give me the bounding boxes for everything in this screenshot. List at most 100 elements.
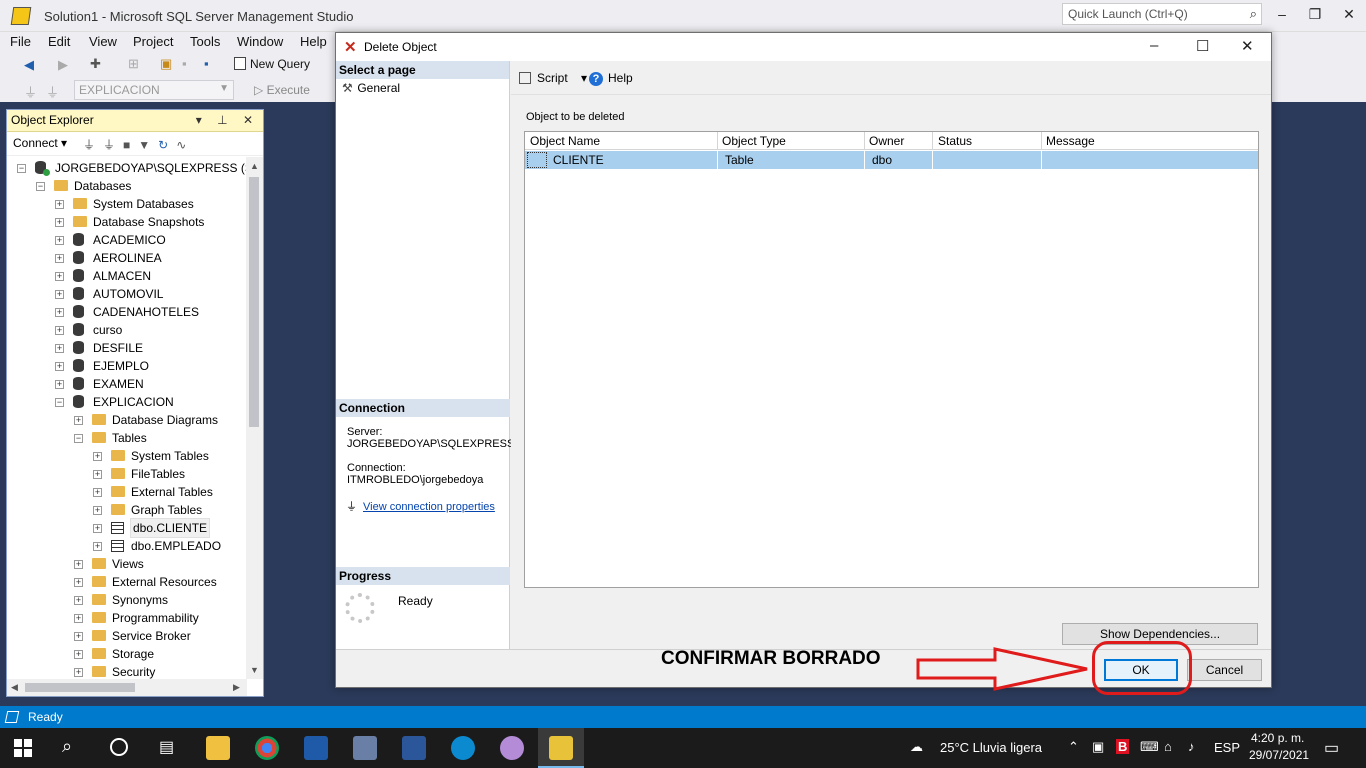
tree-node[interactable]: + Security bbox=[74, 663, 247, 679]
tree-node[interactable]: − Databases bbox=[36, 177, 247, 195]
scroll-thumb[interactable] bbox=[249, 177, 259, 427]
cortana-icon[interactable] bbox=[110, 738, 128, 756]
collapse-icon[interactable]: − bbox=[36, 182, 45, 191]
notifications-icon[interactable]: ▭ bbox=[1324, 738, 1339, 758]
tree-node[interactable]: + CADENAHOTELES bbox=[55, 303, 247, 321]
clock-time[interactable]: 4:20 p. m. bbox=[1251, 731, 1304, 745]
tree-node[interactable]: + Views bbox=[74, 555, 247, 573]
refresh-icon[interactable]: ↻ bbox=[158, 138, 176, 152]
col-object-type[interactable]: Object Type bbox=[722, 134, 786, 148]
volume-icon[interactable]: ♪ bbox=[1188, 739, 1195, 754]
quick-launch-input[interactable]: Quick Launch (Ctrl+Q) ⌕ bbox=[1062, 3, 1262, 25]
tree-node[interactable]: + Programmability bbox=[74, 609, 247, 627]
tree-node[interactable]: + Graph Tables bbox=[93, 501, 247, 519]
tree-node[interactable]: + External Resources bbox=[74, 573, 247, 591]
task-view-icon[interactable]: ▤ bbox=[159, 737, 174, 757]
tree-node[interactable]: + dbo.EMPLEADO bbox=[93, 537, 247, 555]
expand-icon[interactable]: + bbox=[74, 650, 83, 659]
expand-icon[interactable]: + bbox=[74, 578, 83, 587]
col-message[interactable]: Message bbox=[1046, 134, 1095, 148]
paint-icon[interactable] bbox=[500, 736, 524, 760]
clock-date[interactable]: 29/07/2021 bbox=[1249, 748, 1309, 762]
expand-icon[interactable]: + bbox=[74, 416, 83, 425]
tray-ime-icon[interactable]: ⌨ bbox=[1140, 739, 1159, 755]
tree-node[interactable]: + FileTables bbox=[93, 465, 247, 483]
menu-view[interactable]: View bbox=[89, 34, 117, 49]
tree-node[interactable]: − EXPLICACION bbox=[55, 393, 247, 411]
tree-node[interactable]: + Service Broker bbox=[74, 627, 247, 645]
explorer-toolbar-icons[interactable]: ⏚⏚■▼↻∿ bbox=[83, 136, 194, 153]
dialog-maximize-button[interactable]: ☐ bbox=[1196, 37, 1209, 55]
scroll-thumb-h[interactable] bbox=[25, 683, 135, 692]
maximize-button[interactable]: ❐ bbox=[1300, 6, 1330, 23]
tree-node[interactable]: + AEROLINEA bbox=[55, 249, 247, 267]
tree-node[interactable]: + curso bbox=[55, 321, 247, 339]
scroll-up-icon[interactable]: ▲ bbox=[250, 161, 259, 171]
connection-app-icon[interactable] bbox=[353, 736, 377, 760]
expand-icon[interactable]: + bbox=[93, 506, 102, 515]
tree-node[interactable]: + External Tables bbox=[93, 483, 247, 501]
back-icon[interactable]: ◀ bbox=[24, 57, 34, 73]
menu-tools[interactable]: Tools bbox=[190, 34, 220, 49]
col-status[interactable]: Status bbox=[938, 134, 972, 148]
expand-icon[interactable]: + bbox=[55, 200, 64, 209]
expand-icon[interactable]: + bbox=[93, 524, 102, 533]
expand-icon[interactable]: + bbox=[55, 218, 64, 227]
help-button[interactable]: ? Help bbox=[589, 71, 633, 86]
menu-project[interactable]: Project bbox=[133, 34, 173, 49]
expand-icon[interactable]: + bbox=[74, 632, 83, 641]
row-selector[interactable] bbox=[527, 152, 547, 168]
expand-icon[interactable]: + bbox=[55, 344, 64, 353]
tray-app-icon[interactable]: ▣ bbox=[1092, 739, 1104, 755]
chrome-icon[interactable] bbox=[255, 736, 279, 760]
tray-chevron-icon[interactable]: ⌃ bbox=[1068, 739, 1079, 755]
language-indicator[interactable]: ESP bbox=[1214, 740, 1240, 755]
tree-node[interactable]: + Synonyms bbox=[74, 591, 247, 609]
expand-icon[interactable]: + bbox=[74, 614, 83, 623]
close-button[interactable]: ✕ bbox=[1334, 6, 1364, 23]
weather-icon[interactable]: ☁ bbox=[910, 739, 923, 755]
menu-edit[interactable]: Edit bbox=[48, 34, 70, 49]
expand-icon[interactable]: + bbox=[93, 452, 102, 461]
open-icon[interactable]: ▣ bbox=[160, 56, 172, 72]
expand-icon[interactable]: + bbox=[55, 362, 64, 371]
scroll-down-icon[interactable]: ▼ bbox=[250, 665, 259, 675]
menu-help[interactable]: Help bbox=[300, 34, 327, 49]
tree-node[interactable]: + Database Snapshots bbox=[55, 213, 247, 231]
weather-text[interactable]: 25°C Lluvia ligera bbox=[940, 740, 1042, 755]
script-button[interactable]: Script ▾ bbox=[519, 71, 587, 85]
panel-pin-close-icons[interactable]: ▾ ⊥ ✕ bbox=[196, 113, 259, 127]
connect-dropdown[interactable]: Connect ▾ bbox=[13, 136, 67, 150]
expand-icon[interactable]: + bbox=[55, 290, 64, 299]
expand-icon[interactable]: + bbox=[55, 272, 64, 281]
ssms-taskbar-button[interactable] bbox=[538, 728, 584, 768]
col-owner[interactable]: Owner bbox=[869, 134, 904, 148]
page-general[interactable]: ⚒ General bbox=[336, 79, 509, 97]
collapse-icon[interactable]: − bbox=[17, 164, 26, 173]
cancel-button[interactable]: Cancel bbox=[1187, 659, 1262, 681]
network-icon[interactable]: ⌂ bbox=[1164, 739, 1172, 754]
dialog-minimize-button[interactable]: – bbox=[1150, 37, 1158, 54]
tree-node[interactable]: + ALMACEN bbox=[55, 267, 247, 285]
col-object-name[interactable]: Object Name bbox=[530, 134, 600, 148]
tree-node[interactable]: + dbo.CLIENTE bbox=[93, 518, 247, 538]
menu-file[interactable]: File bbox=[10, 34, 31, 49]
tree-node[interactable]: + System Databases bbox=[55, 195, 247, 213]
expand-icon[interactable]: + bbox=[55, 380, 64, 389]
tree-node[interactable]: + Database Diagrams bbox=[74, 411, 247, 429]
forward-icon[interactable]: ▶ bbox=[58, 57, 68, 73]
store-icon[interactable] bbox=[304, 736, 328, 760]
table-row[interactable]: CLIENTE Table dbo bbox=[525, 151, 1258, 169]
tree-node[interactable]: + ACADEMICO bbox=[55, 231, 247, 249]
tree-node[interactable]: − Tables bbox=[74, 429, 247, 447]
file-explorer-icon[interactable] bbox=[206, 736, 230, 760]
scroll-right-icon[interactable]: ▶ bbox=[233, 682, 240, 693]
search-icon[interactable]: ⌕ bbox=[62, 736, 72, 757]
expand-icon[interactable]: + bbox=[74, 596, 83, 605]
horizontal-scrollbar[interactable]: ◀ ▶ bbox=[7, 679, 247, 696]
save-all-icon[interactable]: ▪ bbox=[204, 56, 209, 71]
new-query-button[interactable]: New Query bbox=[234, 57, 310, 71]
tree-node[interactable]: + DESFILE bbox=[55, 339, 247, 357]
vertical-scrollbar[interactable]: ▲ ▼ bbox=[246, 157, 263, 679]
collapse-icon[interactable]: − bbox=[74, 434, 83, 443]
